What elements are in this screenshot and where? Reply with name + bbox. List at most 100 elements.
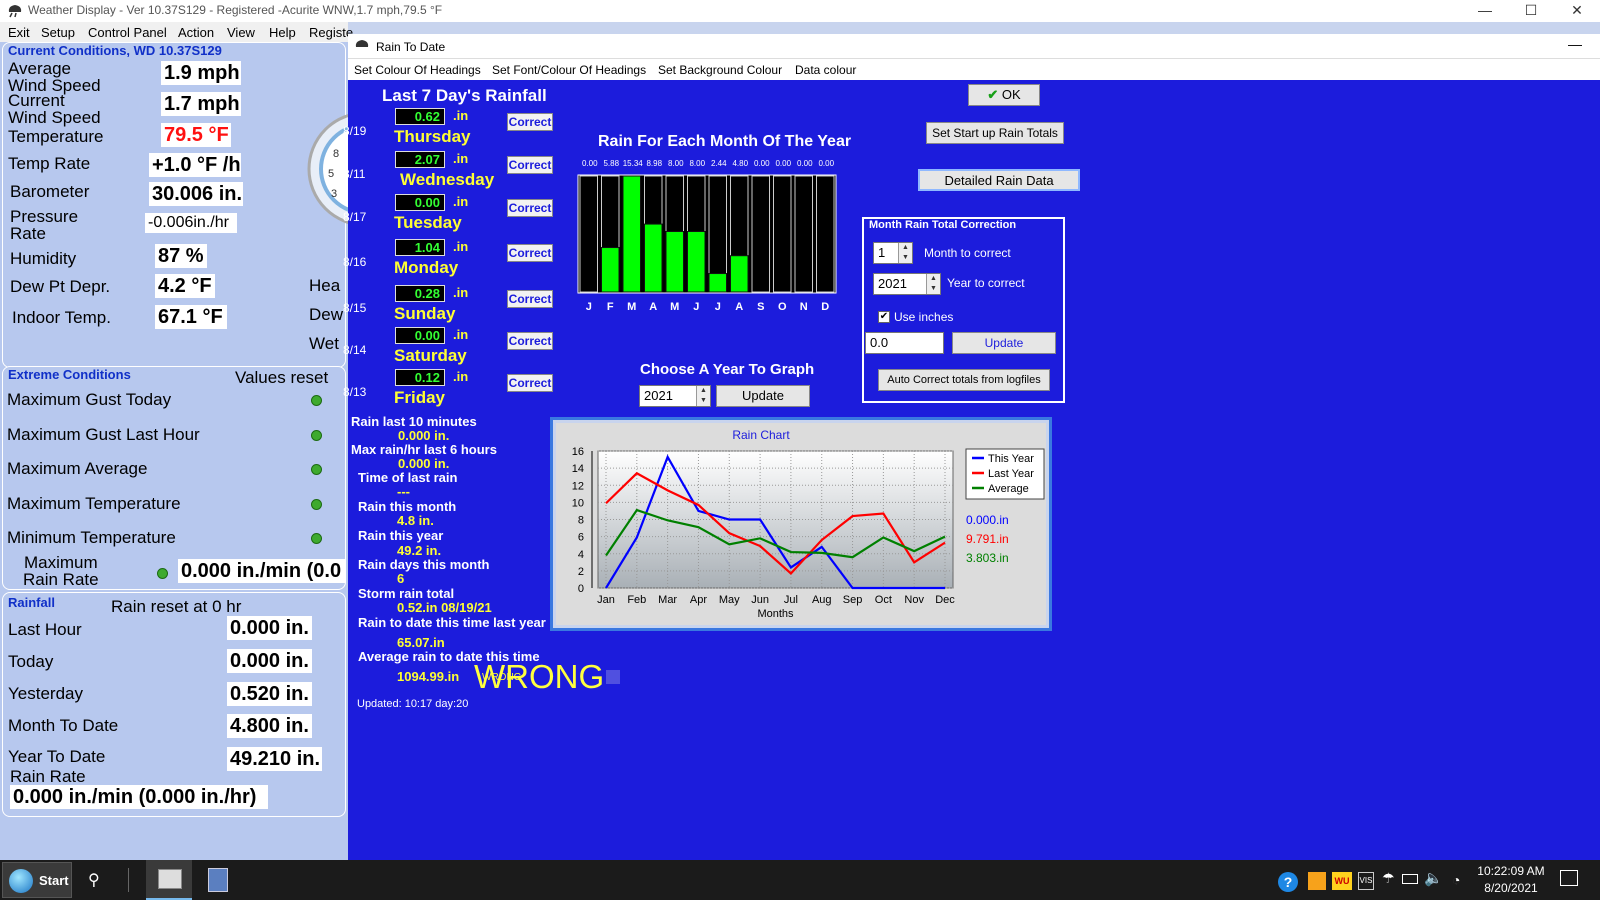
use-inches-label: Use inches — [894, 310, 954, 324]
y-tick-label: 2 — [578, 566, 584, 578]
dialog-icon — [354, 38, 370, 55]
menu-exit[interactable]: Exit — [8, 25, 30, 40]
menu-data-colour[interactable]: Data colour — [795, 63, 856, 77]
battery-icon[interactable] — [1402, 874, 1418, 884]
weather-app-icon — [158, 869, 182, 889]
bar-value-label: 15.34 — [623, 159, 644, 168]
x-tick-label: Feb — [627, 594, 646, 606]
auto-correct-button[interactable]: Auto Correct totals from logfiles — [878, 369, 1050, 391]
bar-value-label: 0.00 — [582, 159, 598, 168]
y-tick-label: 0 — [578, 583, 584, 595]
rain-chart-frame: Rain Chart 0 2 4 6 8 10 12 14 16 Jan Feb Mar Apr May Ju… — [550, 417, 1052, 631]
ytd-label: Year To Date — [8, 747, 106, 766]
y-tick-label: 6 — [578, 532, 584, 544]
correction-value-input[interactable]: 0.0 — [865, 332, 944, 354]
help-icon[interactable]: ? — [1278, 872, 1298, 892]
day-date: 8/14 — [343, 343, 367, 357]
correct-button[interactable]: Correct — [507, 199, 553, 217]
spinner-arrows-icon[interactable]: ▲ ▼ — [696, 386, 710, 406]
rain-month-value: 4.8 in. — [397, 513, 434, 528]
x-tick-label: May — [719, 594, 740, 606]
network-icon[interactable]: ◔ — [1452, 872, 1460, 888]
tray-app-icon[interactable] — [1308, 872, 1326, 890]
menu-background-colour[interactable]: Set Background Colour — [658, 63, 782, 77]
month-tick-label: D — [821, 301, 829, 313]
start-button[interactable]: Start — [2, 862, 72, 898]
correct-button[interactable]: Correct — [507, 332, 553, 350]
status-dot — [157, 568, 168, 579]
svg-text:8: 8 — [333, 148, 339, 160]
rain-month-label: Rain this month — [358, 499, 457, 514]
main-menu-bar: Exit Setup Control Panel Action View Hel… — [0, 22, 353, 42]
minimize-button[interactable]: — — [1462, 0, 1508, 22]
series-total-label: 0.000.in — [966, 513, 1009, 527]
day-name: Sunday — [394, 304, 456, 323]
graph-update-button[interactable]: Update — [716, 385, 810, 407]
status-dot — [311, 533, 322, 544]
correction-update-button[interactable]: Update — [952, 332, 1056, 354]
month-tick-label: J — [715, 301, 721, 313]
day-unit: .in — [453, 239, 469, 254]
tray-wu-icon[interactable]: WU — [1332, 872, 1352, 890]
day-rain-value: 0.12 — [395, 369, 445, 386]
bar-value-label: 8.98 — [646, 159, 662, 168]
set-startup-button[interactable]: Set Start up Rain Totals — [926, 122, 1064, 144]
rain-rate-value: 0.000 in./min (0.000 in./hr) — [10, 785, 268, 809]
menu-view[interactable]: View — [227, 25, 255, 40]
menu-help[interactable]: Help — [269, 25, 296, 40]
mtd-value: 4.800 in. — [227, 714, 312, 738]
use-inches-checkbox[interactable]: ✔ — [878, 311, 890, 323]
tray-weather-icon[interactable]: ☂ — [1382, 870, 1395, 887]
notifications-icon[interactable] — [1560, 870, 1578, 886]
month-spinner[interactable]: 1 ▲ ▼ — [873, 242, 913, 264]
spinner-arrows-icon[interactable]: ▲ ▼ — [898, 243, 912, 263]
correct-button[interactable]: Correct — [507, 244, 553, 262]
x-axis-label: Months — [757, 608, 794, 620]
volume-icon[interactable]: 🔈 — [1424, 869, 1443, 887]
ok-label: OK — [1001, 87, 1021, 102]
spinner-arrows-icon[interactable]: ▲ ▼ — [926, 274, 940, 294]
check-icon: ✔ — [987, 87, 999, 102]
x-tick-label: Jan — [597, 594, 615, 606]
bar-value-label: 0.00 — [797, 159, 813, 168]
day-name: Thursday — [394, 127, 471, 146]
close-button[interactable]: ✕ — [1554, 0, 1600, 22]
menu-register[interactable]: Registe — [309, 25, 353, 40]
day-rain-value: 2.07 — [395, 151, 445, 168]
month-chart-title: Rain For Each Month Of The Year — [598, 133, 852, 150]
day-rain-value: 0.00 — [395, 194, 445, 211]
legend-label: This Year — [988, 453, 1034, 465]
correct-button[interactable]: Correct — [507, 374, 553, 392]
menu-control-panel[interactable]: Control Panel — [88, 25, 167, 40]
dialog-minimize-button[interactable]: — — [1568, 36, 1582, 52]
month-bar — [708, 273, 727, 293]
correction-year-spinner[interactable]: 2021 ▲ ▼ — [873, 273, 941, 295]
detailed-rain-button[interactable]: Detailed Rain Data — [918, 169, 1080, 191]
year-spinner[interactable]: 2021 ▲ ▼ — [639, 385, 711, 407]
start-label: Start — [39, 873, 69, 888]
weather-display-task[interactable] — [146, 860, 192, 900]
search-icon[interactable]: ⚲ — [88, 870, 100, 890]
menu-heading-font[interactable]: Set Font/Colour Of Headings — [492, 63, 646, 77]
correct-button[interactable]: Correct — [507, 156, 553, 174]
rain-line-chart: Rain Chart 0 2 4 6 8 10 12 14 16 Jan Feb Mar Apr May Ju… — [572, 428, 1045, 620]
indoor-label: Indoor Temp. — [12, 308, 111, 327]
clock-date: 8/20/2021 — [1484, 881, 1538, 895]
ytd-value: 49.210 in. — [227, 747, 322, 771]
clock[interactable]: 10:22:09 AM 8/20/2021 — [1470, 864, 1552, 895]
menu-setup[interactable]: Setup — [41, 25, 75, 40]
menu-heading-colour[interactable]: Set Colour Of Headings — [354, 63, 481, 77]
ok-button[interactable]: ✔ OK — [968, 84, 1040, 106]
svg-text:5: 5 — [328, 168, 334, 180]
dew-value: 4.2 °F — [155, 274, 215, 298]
tray-vis-icon[interactable]: VIS — [1358, 872, 1374, 890]
calculator-icon[interactable] — [208, 868, 228, 892]
menu-action[interactable]: Action — [178, 25, 214, 40]
y-tick-label: 12 — [572, 480, 584, 492]
correct-button[interactable]: Correct — [507, 113, 553, 131]
correct-button[interactable]: Correct — [507, 290, 553, 308]
x-tick-label: Oct — [875, 594, 892, 606]
bar-value-label: 4.80 — [732, 159, 748, 168]
max6-value: 0.000 in. — [398, 456, 450, 471]
maximize-button[interactable]: ☐ — [1508, 0, 1554, 22]
